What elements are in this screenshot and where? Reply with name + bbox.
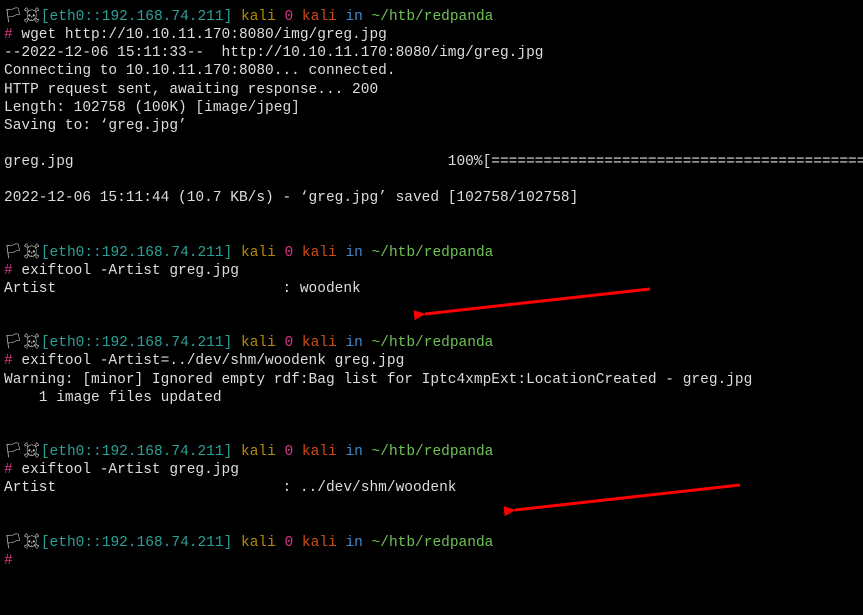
- command-line: # exiftool -Artist greg.jpg: [4, 262, 859, 280]
- output-line: Artist : woodenk: [4, 280, 859, 298]
- output-line: 1 image files updated: [4, 389, 859, 407]
- command-line: # exiftool -Artist=../dev/shm/woodenk gr…: [4, 352, 859, 370]
- skull-icon: ☠: [22, 444, 40, 460]
- output-line: Warning: [minor] Ignored empty rdf:Bag l…: [4, 371, 859, 389]
- command-line: # exiftool -Artist greg.jpg: [4, 461, 859, 479]
- skull-icon: ☠: [22, 535, 40, 551]
- output-line: [4, 135, 859, 153]
- skull-icon: ☠: [22, 9, 40, 25]
- prompt-line: 🏳☠[eth0::192.168.74.211] kali 0 kali in …: [4, 334, 859, 352]
- flag-icon: 🏳: [4, 245, 22, 261]
- output-line: 2022-12-06 15:11:44 (10.7 KB/s) - ‘greg.…: [4, 189, 859, 207]
- blank-line: [4, 226, 859, 244]
- command-text: wget http://10.10.11.170:8080/img/greg.j…: [21, 27, 386, 43]
- prompt-line: 🏳☠[eth0::192.168.74.211] kali 0 kali in …: [4, 443, 859, 461]
- command-line: #: [4, 552, 859, 570]
- output-line: Connecting to 10.10.11.170:8080... conne…: [4, 62, 859, 80]
- command-text: exiftool -Artist greg.jpg: [21, 263, 239, 279]
- output-line: Artist : ../dev/shm/woodenk: [4, 479, 859, 497]
- command-text: exiftool -Artist=../dev/shm/woodenk greg…: [21, 353, 404, 369]
- output-line: --2022-12-06 15:11:33-- http://10.10.11.…: [4, 44, 859, 62]
- blank-line: [4, 425, 859, 443]
- output-line: [4, 171, 859, 189]
- blank-line: [4, 207, 859, 225]
- flag-icon: 🏳: [4, 335, 22, 351]
- terminal[interactable]: 🏳☠[eth0::192.168.74.211] kali 0 kali in …: [4, 8, 859, 570]
- prompt-line: 🏳☠[eth0::192.168.74.211] kali 0 kali in …: [4, 244, 859, 262]
- output-line: Saving to: ‘greg.jpg’: [4, 117, 859, 135]
- output-line: HTTP request sent, awaiting response... …: [4, 81, 859, 99]
- flag-icon: 🏳: [4, 9, 22, 25]
- flag-icon: 🏳: [4, 444, 22, 460]
- blank-line: [4, 497, 859, 515]
- flag-icon: 🏳: [4, 535, 22, 551]
- blank-line: [4, 316, 859, 334]
- command-line: # wget http://10.10.11.170:8080/img/greg…: [4, 26, 859, 44]
- output-line: greg.jpg 100%[==========================…: [4, 153, 859, 171]
- prompt-line: 🏳☠[eth0::192.168.74.211] kali 0 kali in …: [4, 8, 859, 26]
- blank-line: [4, 407, 859, 425]
- blank-line: [4, 516, 859, 534]
- skull-icon: ☠: [22, 245, 40, 261]
- prompt-line: 🏳☠[eth0::192.168.74.211] kali 0 kali in …: [4, 534, 859, 552]
- output-line: Length: 102758 (100K) [image/jpeg]: [4, 99, 859, 117]
- skull-icon: ☠: [22, 335, 40, 351]
- command-text: exiftool -Artist greg.jpg: [21, 462, 239, 478]
- blank-line: [4, 298, 859, 316]
